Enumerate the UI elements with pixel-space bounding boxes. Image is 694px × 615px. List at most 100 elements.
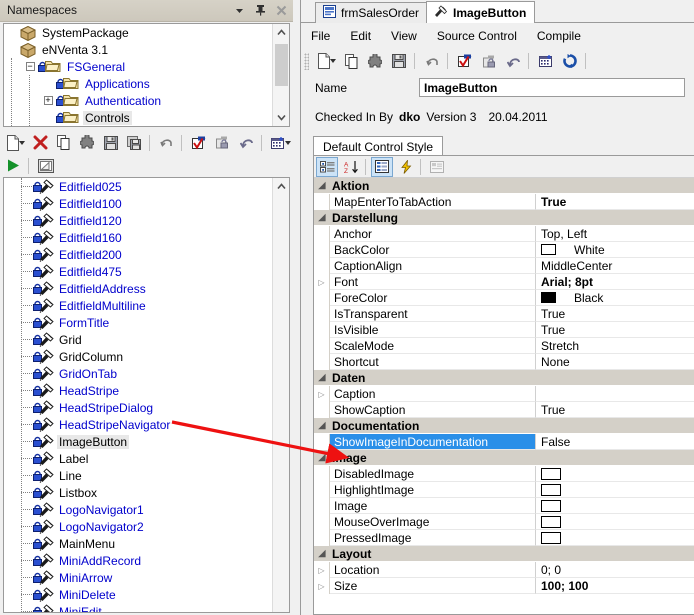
control-tree-item[interactable]: HeadStripeDialog xyxy=(4,399,272,416)
menu-item-edit[interactable]: Edit xyxy=(340,27,381,45)
close-icon[interactable] xyxy=(274,2,289,18)
namespace-tree[interactable]: SystemPackage eNVenta 3.1− FSGeneral Applic… xyxy=(3,23,290,127)
control-tree-item[interactable]: FormTitle xyxy=(4,314,272,331)
save-all-icon[interactable] xyxy=(123,132,145,153)
undo-icon[interactable] xyxy=(421,51,443,72)
property-name[interactable]: PressedImage xyxy=(330,530,536,546)
tab-default-control-style[interactable]: Default Control Style xyxy=(313,136,444,156)
name-input[interactable] xyxy=(419,78,685,97)
property-category-row[interactable]: ◢ Daten xyxy=(314,370,694,386)
property-value[interactable]: MiddleCenter xyxy=(536,258,694,274)
control-tree-item[interactable]: MainMenu xyxy=(4,535,272,552)
tree-expander[interactable]: − xyxy=(24,62,36,71)
control-tree-item[interactable]: Label xyxy=(4,450,272,467)
property-value[interactable] xyxy=(536,498,694,514)
property-row[interactable]: PressedImage xyxy=(314,530,694,546)
property-row[interactable]: ▷ Caption xyxy=(314,386,694,402)
toolbar-grip[interactable] xyxy=(304,52,309,70)
property-row[interactable]: ▷ Font Arial; 8pt xyxy=(314,274,694,290)
control-tree-item[interactable]: EditfieldMultiline xyxy=(4,297,272,314)
property-name[interactable]: ForeColor xyxy=(330,290,536,306)
control-tree-item[interactable]: MiniDelete xyxy=(4,586,272,603)
property-name[interactable]: IsTransparent xyxy=(330,306,536,322)
namespace-tree-item[interactable]: eNVenta 3.1 xyxy=(4,41,272,58)
property-row[interactable]: ForeColor Black xyxy=(314,290,694,306)
property-name[interactable]: Size xyxy=(330,578,536,594)
namespace-tree-item[interactable]: Controls xyxy=(4,109,272,126)
property-pages-button[interactable] xyxy=(426,157,448,177)
save-icon[interactable] xyxy=(388,51,410,72)
image-preview-box[interactable] xyxy=(541,483,561,496)
alphabetical-sort-button[interactable]: A Z xyxy=(340,157,362,177)
property-name[interactable]: Anchor xyxy=(330,226,536,242)
property-value[interactable] xyxy=(536,530,694,546)
property-name[interactable]: Shortcut xyxy=(330,354,536,370)
scroll-up-icon[interactable] xyxy=(273,24,289,41)
property-value[interactable]: Black xyxy=(536,290,694,306)
property-name[interactable]: BackColor xyxy=(330,242,536,258)
control-tree-item[interactable]: LogoNavigator2 xyxy=(4,518,272,535)
property-value[interactable]: 0; 0 xyxy=(536,562,694,578)
collapse-category-icon[interactable]: ◢ xyxy=(314,372,330,383)
property-name[interactable]: IsVisible xyxy=(330,322,536,338)
property-value[interactable]: 100; 100 xyxy=(536,578,694,594)
tree-expander[interactable]: + xyxy=(42,96,54,105)
collapse-icon[interactable]: − xyxy=(25,62,35,71)
menu-item-compile[interactable]: Compile xyxy=(527,27,591,45)
image-preview-box[interactable] xyxy=(541,515,561,528)
property-name[interactable]: ShowCaption xyxy=(330,402,536,418)
tab-frmsalesorder[interactable]: frmSalesOrder xyxy=(315,2,429,23)
property-value[interactable] xyxy=(536,386,694,402)
property-row[interactable]: BackColor White xyxy=(314,242,694,258)
property-row[interactable]: Image xyxy=(314,498,694,514)
property-row[interactable]: ShowImageInDocumentation False xyxy=(314,434,694,450)
property-value[interactable]: True xyxy=(536,402,694,418)
control-tree-item[interactable]: MiniEdit xyxy=(4,603,272,612)
property-row[interactable]: IsTransparent True xyxy=(314,306,694,322)
namespace-tree-scrollbar[interactable] xyxy=(272,24,289,126)
delete-icon[interactable] xyxy=(29,132,51,153)
property-row[interactable]: MouseOverImage xyxy=(314,514,694,530)
property-row[interactable]: MapEnterToTabAction True xyxy=(314,194,694,210)
property-value[interactable]: False xyxy=(536,434,694,450)
property-name[interactable]: MouseOverImage xyxy=(330,514,536,530)
control-tree-item[interactable]: Editfield475 xyxy=(4,263,272,280)
property-value[interactable]: True xyxy=(536,322,694,338)
control-tree-item[interactable]: Line xyxy=(4,467,272,484)
scroll-up-icon[interactable] xyxy=(273,178,289,195)
undo-icon[interactable] xyxy=(156,132,178,153)
namespace-tree-item[interactable]: Applications xyxy=(4,75,272,92)
check-out-icon[interactable] xyxy=(478,51,500,72)
control-tree-item[interactable]: ImageButton xyxy=(4,433,272,450)
expand-property-icon[interactable]: ▷ xyxy=(314,578,330,594)
revert-icon[interactable] xyxy=(235,132,257,153)
property-category-row[interactable]: ◢ Image xyxy=(314,450,694,466)
property-category-row[interactable]: ◢ Darstellung xyxy=(314,210,694,226)
pin-icon[interactable] xyxy=(253,2,268,18)
collapse-category-icon[interactable]: ◢ xyxy=(314,548,330,559)
property-row[interactable]: HighlightImage xyxy=(314,482,694,498)
control-tree-item[interactable]: Editfield200 xyxy=(4,246,272,263)
open-designer-icon[interactable] xyxy=(35,155,57,176)
control-tree-item[interactable]: LogoNavigator1 xyxy=(4,501,272,518)
plugin-icon[interactable] xyxy=(76,132,98,153)
copy-icon[interactable] xyxy=(53,132,75,153)
expand-property-icon[interactable]: ▷ xyxy=(314,274,330,290)
namespace-tree-item[interactable]: SystemPackage xyxy=(4,24,272,41)
namespace-tree-item[interactable]: + Authentication xyxy=(4,92,272,109)
image-preview-box[interactable] xyxy=(541,499,561,512)
new-control-icon[interactable] xyxy=(535,51,557,72)
property-category-row[interactable]: ◢ Aktion xyxy=(314,178,694,194)
property-row[interactable]: ▷ Size 100; 100 xyxy=(314,578,694,594)
expand-property-icon[interactable]: ▷ xyxy=(314,386,330,402)
property-name[interactable]: Image xyxy=(330,498,536,514)
property-value[interactable]: None xyxy=(536,354,694,370)
property-value[interactable]: True xyxy=(536,306,694,322)
property-name[interactable]: Location xyxy=(330,562,536,578)
property-row[interactable]: Anchor Top, Left xyxy=(314,226,694,242)
menu-item-source-control[interactable]: Source Control xyxy=(427,27,527,45)
expand-icon[interactable]: + xyxy=(43,96,53,105)
property-row[interactable]: CaptionAlign MiddleCenter xyxy=(314,258,694,274)
controls-tree[interactable]: Editfield025 Editfield100 Editfield120 Edit… xyxy=(3,177,290,613)
property-value[interactable]: Stretch xyxy=(536,338,694,354)
